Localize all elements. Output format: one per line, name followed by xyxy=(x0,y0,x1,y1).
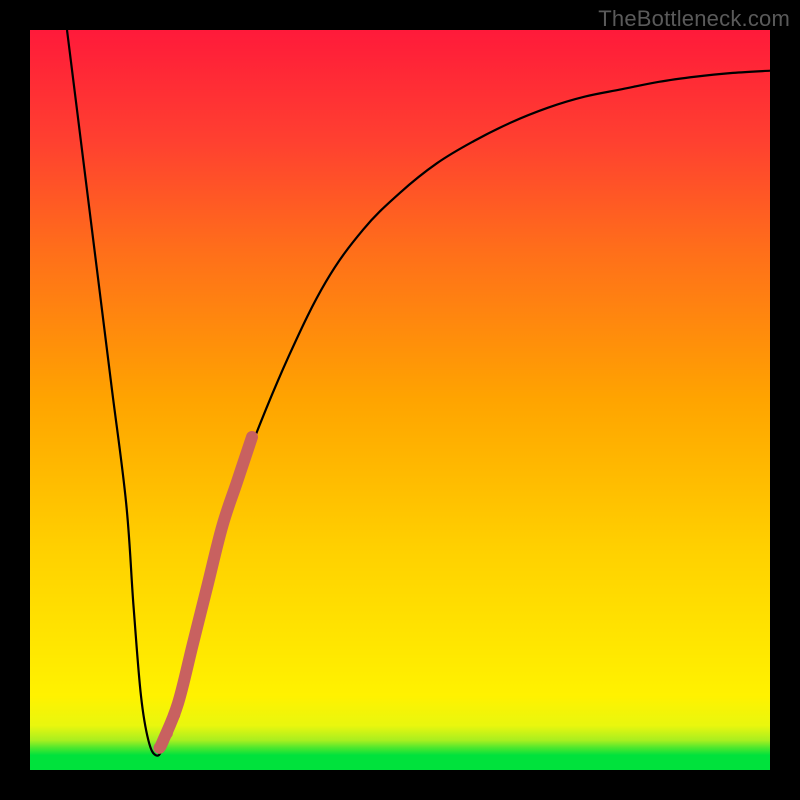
highlight-dots xyxy=(161,709,180,740)
curve-layer xyxy=(30,30,770,770)
watermark-text: TheBottleneck.com xyxy=(598,6,790,32)
highlight-dot xyxy=(161,727,173,739)
highlight-dot xyxy=(168,709,180,721)
chart-frame: TheBottleneck.com xyxy=(0,0,800,800)
bottleneck-curve xyxy=(67,30,770,756)
plot-area xyxy=(30,30,770,770)
highlight-segment xyxy=(160,437,253,748)
